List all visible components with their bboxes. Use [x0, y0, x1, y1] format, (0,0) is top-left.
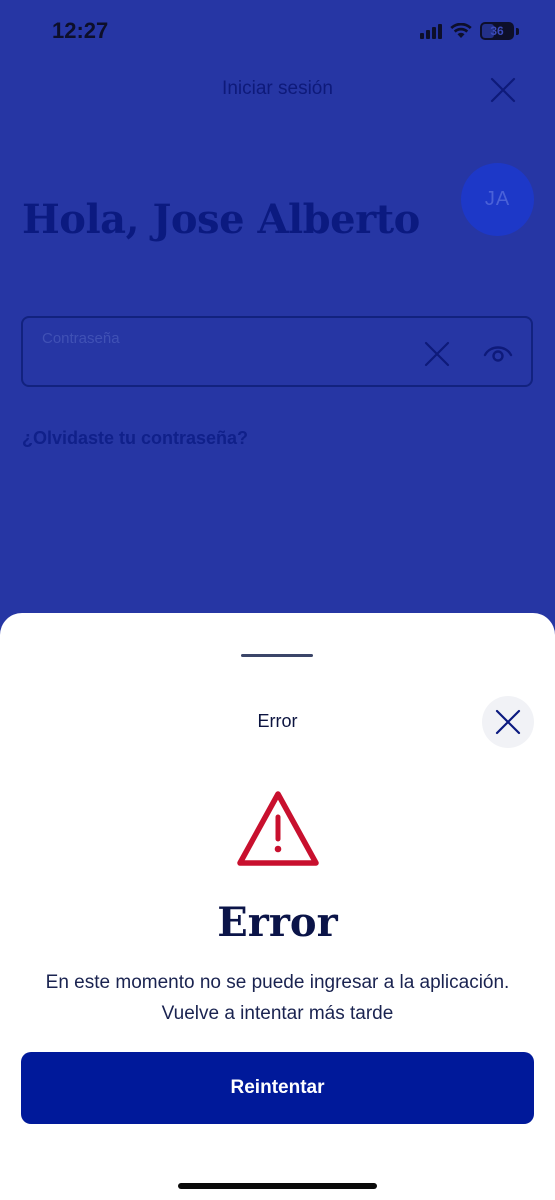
login-header-title: Iniciar sesión	[222, 78, 333, 99]
battery-icon: 36	[480, 22, 514, 40]
close-icon	[495, 709, 521, 735]
sheet-grabber[interactable]	[241, 654, 313, 657]
home-indicator	[178, 1183, 377, 1189]
warning-icon	[237, 791, 319, 866]
battery-tip	[516, 27, 519, 35]
password-placeholder: Contraseña	[42, 330, 120, 347]
error-message-line1: En este momento no se puede ingresar a l…	[45, 972, 510, 993]
error-bottom-sheet: Error Error En este momento no se puede …	[0, 613, 555, 1200]
error-message: En este momento no se puede ingresar a l…	[0, 967, 555, 1029]
eye-icon[interactable]	[481, 338, 515, 368]
status-bar: 12:27 36	[0, 0, 555, 62]
signal-icon	[420, 23, 442, 39]
status-icons: 36	[420, 20, 519, 42]
clear-icon[interactable]	[423, 340, 451, 368]
retry-button[interactable]: Reintentar	[21, 1052, 534, 1124]
forgot-password-link[interactable]: ¿Olvidaste tu contraseña?	[22, 428, 248, 449]
greeting-title: Hola, Jose Alberto	[22, 196, 420, 243]
wifi-icon	[450, 23, 472, 38]
status-time: 12:27	[52, 18, 109, 43]
password-field[interactable]: Contraseña	[21, 316, 533, 387]
error-heading: Error	[217, 899, 338, 946]
error-message-line2: Vuelve a intentar más tarde	[161, 1003, 394, 1024]
sheet-close-button[interactable]	[482, 696, 534, 748]
avatar: JA	[461, 163, 534, 236]
battery-level: 36	[490, 24, 504, 38]
close-icon[interactable]	[486, 73, 520, 107]
sheet-title: Error	[257, 711, 298, 731]
